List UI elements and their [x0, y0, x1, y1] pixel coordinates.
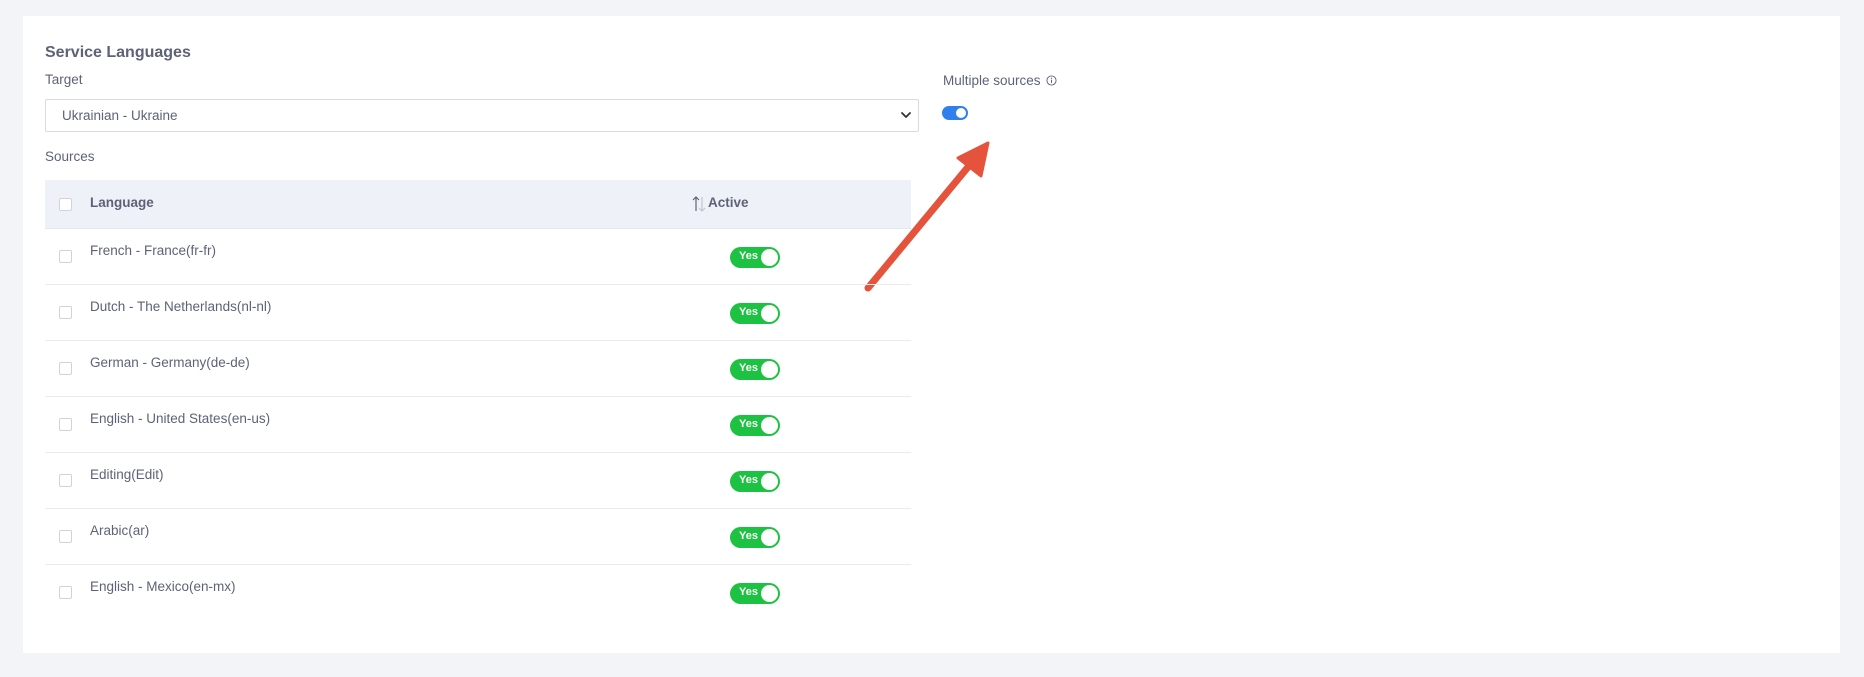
target-label: Target	[45, 72, 83, 87]
active-toggle[interactable]: Yes	[730, 359, 780, 380]
active-toggle[interactable]: Yes	[730, 527, 780, 548]
toggle-knob	[761, 417, 778, 434]
toggle-knob	[761, 529, 778, 546]
language-cell: French - France(fr-fr)	[90, 243, 217, 258]
table-row: German - Germany(de-de) Yes	[45, 341, 911, 397]
active-toggle-label: Yes	[739, 250, 758, 262]
select-all-checkbox[interactable]	[59, 198, 72, 211]
row-checkbox[interactable]	[59, 586, 72, 599]
active-toggle-label: Yes	[739, 418, 758, 430]
info-circle-icon[interactable]	[1046, 75, 1057, 86]
toggle-knob	[761, 473, 778, 490]
language-cell: German - Germany(de-de)	[90, 355, 250, 370]
language-cell: Dutch - The Netherlands(nl-nl)	[90, 299, 272, 314]
active-toggle[interactable]: Yes	[730, 471, 780, 492]
column-header-active[interactable]: Active	[708, 195, 749, 210]
service-languages-card: Service Languages Target Ukrainian - Ukr…	[23, 16, 1840, 653]
row-checkbox[interactable]	[59, 250, 72, 263]
row-checkbox[interactable]	[59, 530, 72, 543]
table-body: French - France(fr-fr) Yes Dutch - The Net…	[45, 229, 911, 620]
target-select[interactable]: Ukrainian - Ukraine	[45, 99, 919, 132]
active-toggle-label: Yes	[739, 530, 758, 542]
row-checkbox[interactable]	[59, 474, 72, 487]
multiple-sources-toggle[interactable]	[942, 106, 968, 120]
active-toggle[interactable]: Yes	[730, 247, 780, 268]
row-checkbox[interactable]	[59, 362, 72, 375]
active-toggle-label: Yes	[739, 474, 758, 486]
multiple-sources-text: Multiple sources	[943, 73, 1041, 88]
column-header-language[interactable]: Language	[90, 195, 154, 210]
active-toggle-label: Yes	[739, 306, 758, 318]
sort-icon[interactable]	[691, 194, 707, 214]
language-cell: English - United States(en-us)	[90, 411, 271, 426]
chevron-down-icon	[901, 112, 911, 118]
table-row: Editing(Edit) Yes	[45, 453, 911, 509]
active-toggle[interactable]: Yes	[730, 303, 780, 324]
toggle-knob	[761, 361, 778, 378]
toggle-knob	[761, 249, 778, 266]
multiple-sources-label: Multiple sources	[943, 73, 1057, 88]
language-cell: English - Mexico(en-mx)	[90, 579, 236, 594]
target-select-value: Ukrainian - Ukraine	[62, 108, 178, 123]
table-row: English - Mexico(en-mx) Yes	[45, 565, 911, 620]
toggle-knob	[761, 585, 778, 602]
active-toggle-label: Yes	[739, 586, 758, 598]
table-row: Dutch - The Netherlands(nl-nl) Yes	[45, 285, 911, 341]
row-checkbox[interactable]	[59, 306, 72, 319]
sources-label: Sources	[45, 149, 95, 164]
active-toggle[interactable]: Yes	[730, 415, 780, 436]
active-toggle-label: Yes	[739, 362, 758, 374]
sources-table: Language Active French - France(fr-fr) Ye…	[45, 180, 911, 620]
toggle-knob	[761, 305, 778, 322]
table-row: English - United States(en-us) Yes	[45, 397, 911, 453]
table-row: Arabic(ar) Yes	[45, 509, 911, 565]
language-cell: Arabic(ar)	[90, 523, 150, 538]
section-title: Service Languages	[45, 44, 191, 61]
language-cell: Editing(Edit)	[90, 467, 164, 482]
table-row: French - France(fr-fr) Yes	[45, 229, 911, 285]
table-header: Language Active	[45, 180, 911, 229]
row-checkbox[interactable]	[59, 418, 72, 431]
toggle-knob	[956, 108, 966, 118]
active-toggle[interactable]: Yes	[730, 583, 780, 604]
